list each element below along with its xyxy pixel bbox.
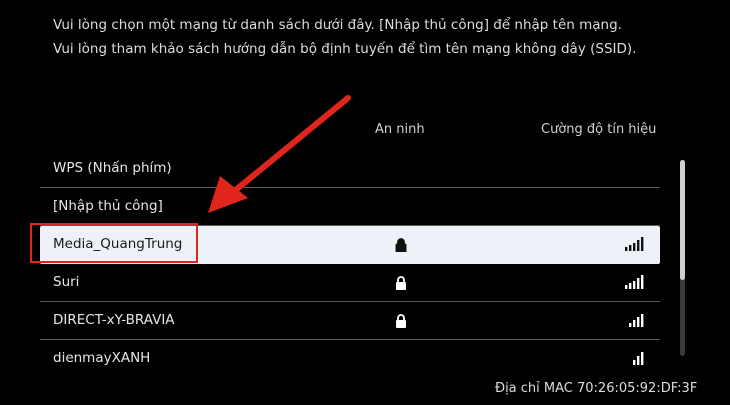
signal-strength-icon [633, 352, 644, 365]
network-name: Suri [53, 274, 80, 290]
column-header-signal: Cường độ tín hiệu [541, 122, 657, 137]
network-name: WPS (Nhấn phím) [53, 160, 172, 176]
signal-strength-icon [625, 237, 644, 251]
scrollbar-thumb[interactable] [680, 160, 685, 280]
network-name: [Nhập thủ công] [53, 198, 163, 214]
annotation-highlight-box [30, 223, 198, 263]
network-row-dienmayxanh[interactable]: dienmayXANH [40, 340, 660, 377]
column-header-security: An ninh [375, 122, 425, 137]
instruction-line-2: Vui lòng tham khảo sách hướng dẫn bộ địn… [53, 41, 637, 57]
lock-icon [396, 314, 406, 328]
instruction-line-1: Vui lòng chọn một mạng từ danh sách dưới… [53, 17, 622, 33]
signal-strength-icon [629, 314, 644, 327]
mac-address: Địa chỉ MAC 70:26:05:92:DF:3F [495, 381, 698, 396]
network-row-wps[interactable]: WPS (Nhấn phím) [40, 150, 660, 188]
lock-icon [396, 276, 406, 290]
network-row-manual-entry[interactable]: [Nhập thủ công] [40, 188, 660, 226]
signal-strength-icon [625, 275, 644, 289]
network-list: WPS (Nhấn phím) [Nhập thủ công] Media_Qu… [40, 150, 660, 377]
network-row-direct-bravia[interactable]: DIRECT-xY-BRAVIA [40, 302, 660, 340]
lock-icon [395, 238, 407, 252]
network-name: DIRECT-xY-BRAVIA [53, 312, 175, 328]
network-row-suri[interactable]: Suri [40, 264, 660, 302]
network-name: dienmayXANH [53, 350, 151, 366]
list-scrollbar[interactable] [680, 160, 685, 356]
